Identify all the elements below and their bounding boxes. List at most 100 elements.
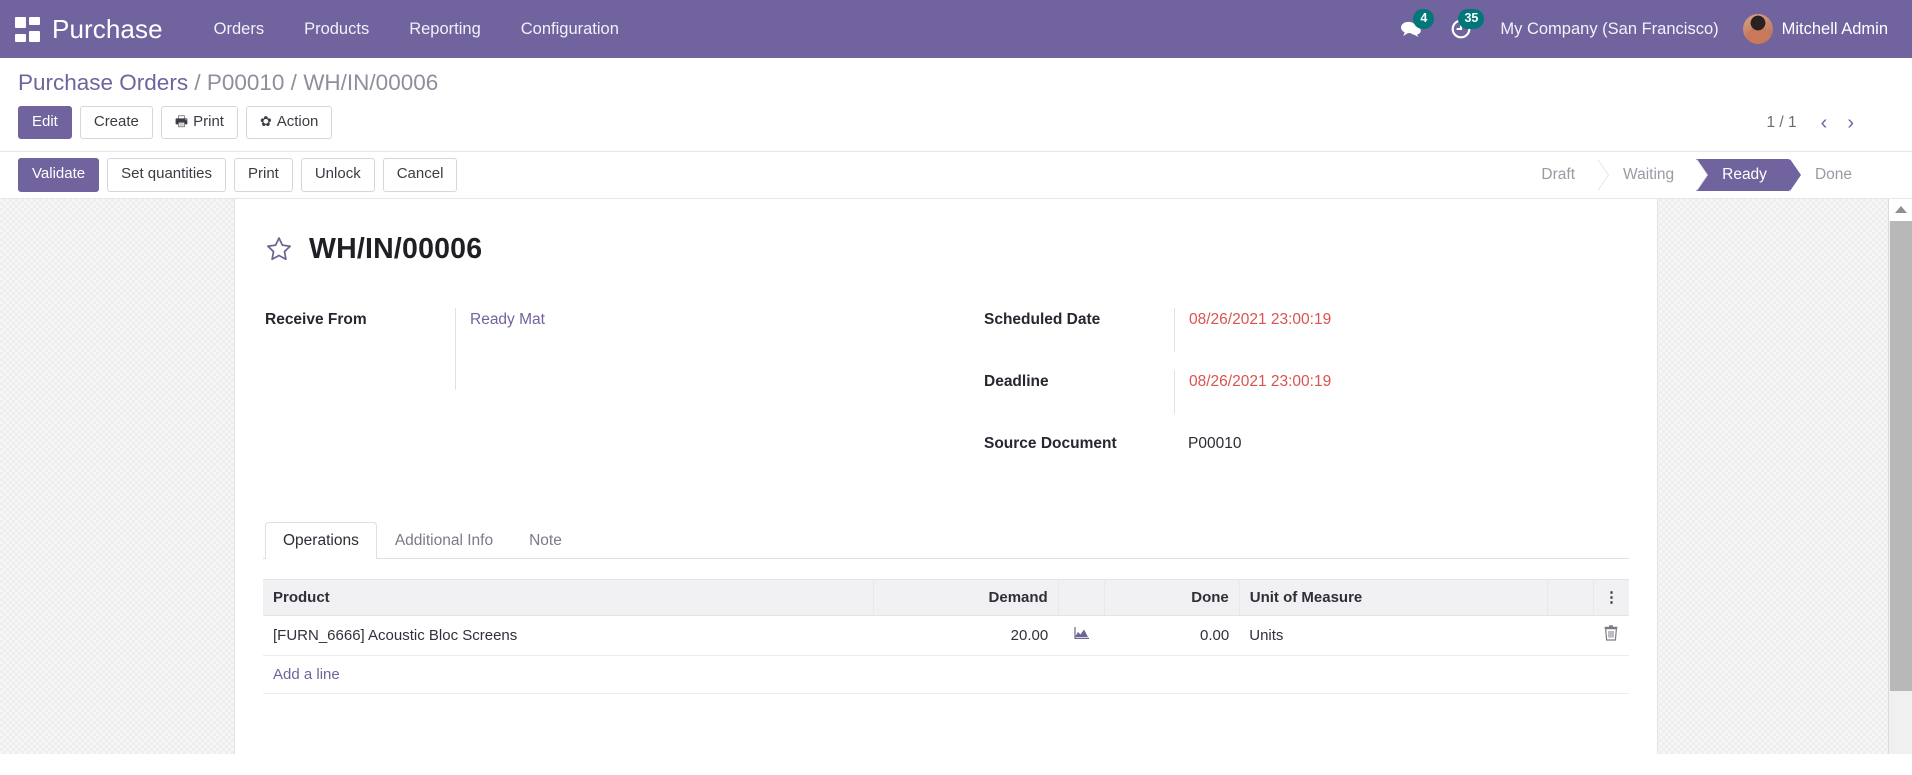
field-label-source-document: Source Document [984, 434, 1117, 452]
print-label-button[interactable]: Print [234, 158, 293, 192]
table-header-row: Product Demand Done Unit of Measure ⋮ [263, 578, 1629, 616]
content-area: WH/IN/00006 Receive From Ready Mat Sched… [0, 198, 1912, 754]
scheduled-date-value: 08/26/2021 23:00:19 [1189, 310, 1332, 328]
breadcrumb-separator-1: / [188, 70, 207, 95]
page-vertical-scrollbar[interactable] [1888, 198, 1912, 754]
field-value-source-document[interactable]: P00010 [1174, 432, 1627, 476]
notebook-tabs: Operations Additional Info Note [263, 521, 1629, 559]
receive-from-link[interactable]: Ready Mat [470, 311, 545, 328]
tab-additional-info[interactable]: Additional Info [377, 522, 511, 559]
filler-cell-2 [263, 727, 1629, 754]
statusbar-row: Validate Set quantities Print Unlock Can… [0, 152, 1912, 199]
validate-button[interactable]: Validate [18, 158, 100, 192]
pager-next-button[interactable]: › [1839, 111, 1862, 135]
table-row[interactable]: [FURN_6666] Acoustic Bloc Screens 20.00 … [263, 615, 1629, 656]
cell-demand[interactable]: 20.00 [873, 615, 1059, 656]
navbar-right: 4 35 My Company (San Francisco) Mitchell… [1386, 0, 1892, 58]
company-switcher[interactable]: My Company (San Francisco) [1486, 20, 1732, 39]
form-sheet: WH/IN/00006 Receive From Ready Mat Sched… [234, 198, 1658, 754]
tab-note[interactable]: Note [511, 522, 580, 559]
forecast-report-icon[interactable] [1073, 626, 1090, 641]
chevron-up-icon [1894, 206, 1907, 213]
menu-item-configuration[interactable]: Configuration [504, 11, 636, 48]
set-quantities-button[interactable]: Set quantities [107, 158, 226, 192]
field-label-deadline: Deadline [984, 372, 1049, 390]
star-outline-icon[interactable] [265, 235, 293, 263]
trash-icon[interactable] [1604, 624, 1618, 646]
control-panel: Edit Create 🖶 Print ✿ Action 1 / 1 ‹ › [0, 100, 1912, 153]
avatar [1742, 14, 1773, 44]
messages-menu[interactable]: 4 [1386, 0, 1436, 58]
apps-grid-icon[interactable] [10, 12, 44, 46]
vertical-dots-icon: ⋮ [1604, 588, 1619, 606]
field-label-receive-from: Receive From [265, 310, 367, 328]
cancel-button[interactable]: Cancel [382, 158, 458, 192]
action-button[interactable]: ✿ Action [245, 106, 333, 140]
cell-unit-of-measure[interactable]: Units [1239, 615, 1548, 656]
main-menu: Orders Products Reporting Configuration [197, 11, 636, 48]
field-deadline: Deadline 08/26/2021 23:00:19 [984, 369, 1627, 414]
notebook: Operations Additional Info Note Product … [261, 521, 1631, 754]
add-a-line-button[interactable]: Add a line [273, 666, 340, 683]
cell-delete[interactable] [1593, 615, 1629, 656]
breadcrumb-p00010[interactable]: P00010 [207, 70, 285, 95]
printer-icon: 🖶 [174, 113, 189, 129]
form-group-right: Scheduled Date 08/26/2021 23:00:19 Deadl… [946, 307, 1627, 494]
cell-forecast[interactable] [1058, 615, 1105, 656]
scroll-up-button[interactable] [1889, 198, 1912, 221]
page-title: WH/IN/00006 [309, 232, 483, 265]
form-title-row: WH/IN/00006 [261, 233, 1631, 266]
cell-done[interactable]: 0.00 [1104, 615, 1240, 656]
operations-table-body: [FURN_6666] Acoustic Bloc Screens 20.00 … [263, 615, 1629, 754]
field-receive-from: Receive From Ready Mat [265, 307, 946, 390]
status-pipeline: Draft Waiting Ready Done [1527, 158, 1912, 191]
action-button-label: Action [276, 113, 319, 130]
scroll-thumb[interactable] [1890, 220, 1912, 691]
user-menu[interactable]: Mitchell Admin [1733, 14, 1892, 44]
column-header-done[interactable]: Done [1104, 578, 1240, 616]
filler-cell-1 [263, 693, 1629, 727]
column-header-demand[interactable]: Demand [873, 578, 1059, 616]
form-groups: Receive From Ready Mat Scheduled Date 08… [261, 307, 1631, 494]
field-value-scheduled-date[interactable]: 08/26/2021 23:00:19 [1174, 307, 1627, 352]
menu-item-orders[interactable]: Orders [197, 11, 281, 48]
cell-spacer [1547, 615, 1594, 656]
form-group-left: Receive From Ready Mat [265, 307, 946, 494]
create-button[interactable]: Create [79, 106, 153, 140]
table-filler-row-2 [263, 727, 1629, 754]
app-brand-purchase[interactable]: Purchase [52, 14, 163, 45]
status-stage-ready[interactable]: Ready [1696, 158, 1801, 191]
field-value-deadline[interactable]: 08/26/2021 23:00:19 [1174, 369, 1627, 414]
optional-columns-button[interactable]: ⋮ [1593, 578, 1629, 616]
operations-table: Product Demand Done Unit of Measure ⋮ [F… [263, 578, 1629, 754]
pager: 1 / 1 ‹ › [1766, 111, 1894, 135]
unlock-button[interactable]: Unlock [300, 158, 375, 192]
edit-button[interactable]: Edit [18, 106, 72, 140]
tab-operations[interactable]: Operations [265, 521, 377, 559]
column-header-unit-of-measure[interactable]: Unit of Measure [1239, 578, 1549, 616]
breadcrumb-separator-2: / [284, 70, 304, 95]
field-source-document: Source Document P00010 [984, 432, 1627, 476]
field-value-receive-from[interactable]: Ready Mat [455, 307, 946, 390]
status-stage-done[interactable]: Done [1788, 158, 1874, 191]
source-document-value: P00010 [1188, 434, 1242, 452]
breadcrumb: Purchase Orders / P00010 / WH/IN/00006 [18, 70, 1894, 96]
add-line-row[interactable]: Add a line [263, 655, 1629, 694]
messages-badge: 4 [1413, 9, 1435, 29]
cell-product[interactable]: [FURN_6666] Acoustic Bloc Screens [263, 615, 874, 656]
table-filler-row-1 [263, 693, 1629, 727]
activities-badge: 35 [1458, 9, 1485, 29]
field-label-scheduled-date: Scheduled Date [984, 310, 1101, 328]
column-header-spacer [1547, 578, 1594, 616]
add-line-cell[interactable]: Add a line [263, 655, 1629, 694]
gear-icon: ✿ [259, 113, 272, 129]
print-button[interactable]: 🖶 Print [160, 106, 238, 140]
activities-menu[interactable]: 35 [1436, 0, 1486, 58]
pager-previous-button[interactable]: ‹ [1813, 111, 1836, 135]
menu-item-reporting[interactable]: Reporting [392, 11, 498, 48]
status-stage-draft[interactable]: Draft [1527, 158, 1609, 191]
column-header-product[interactable]: Product [263, 578, 874, 616]
menu-item-products[interactable]: Products [287, 11, 386, 48]
status-stage-waiting[interactable]: Waiting [1597, 158, 1709, 191]
breadcrumb-purchase-orders[interactable]: Purchase Orders [18, 70, 188, 95]
